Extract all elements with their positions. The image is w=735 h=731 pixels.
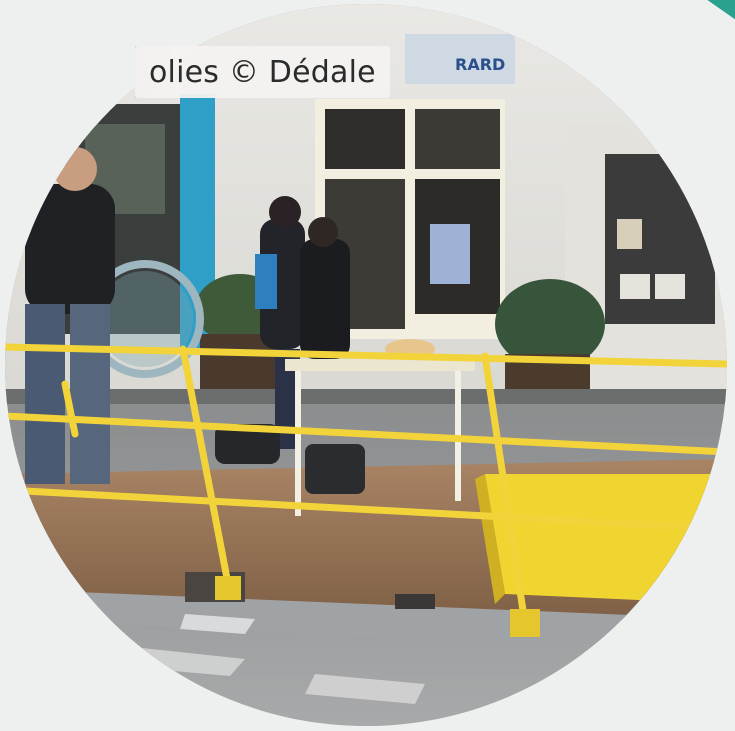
corner-accent-shape <box>691 0 735 32</box>
person-left-body <box>25 184 115 314</box>
person-right-body <box>300 239 350 359</box>
street-scene-illustration: RARD <box>5 4 727 726</box>
photo-credit-label: olies © Dédale <box>135 46 390 98</box>
photo-credit-text: olies © Dédale <box>149 54 376 90</box>
poster <box>430 224 470 284</box>
circular-photo: RARD <box>5 4 727 726</box>
storefront-sign-text: RARD <box>455 55 505 74</box>
